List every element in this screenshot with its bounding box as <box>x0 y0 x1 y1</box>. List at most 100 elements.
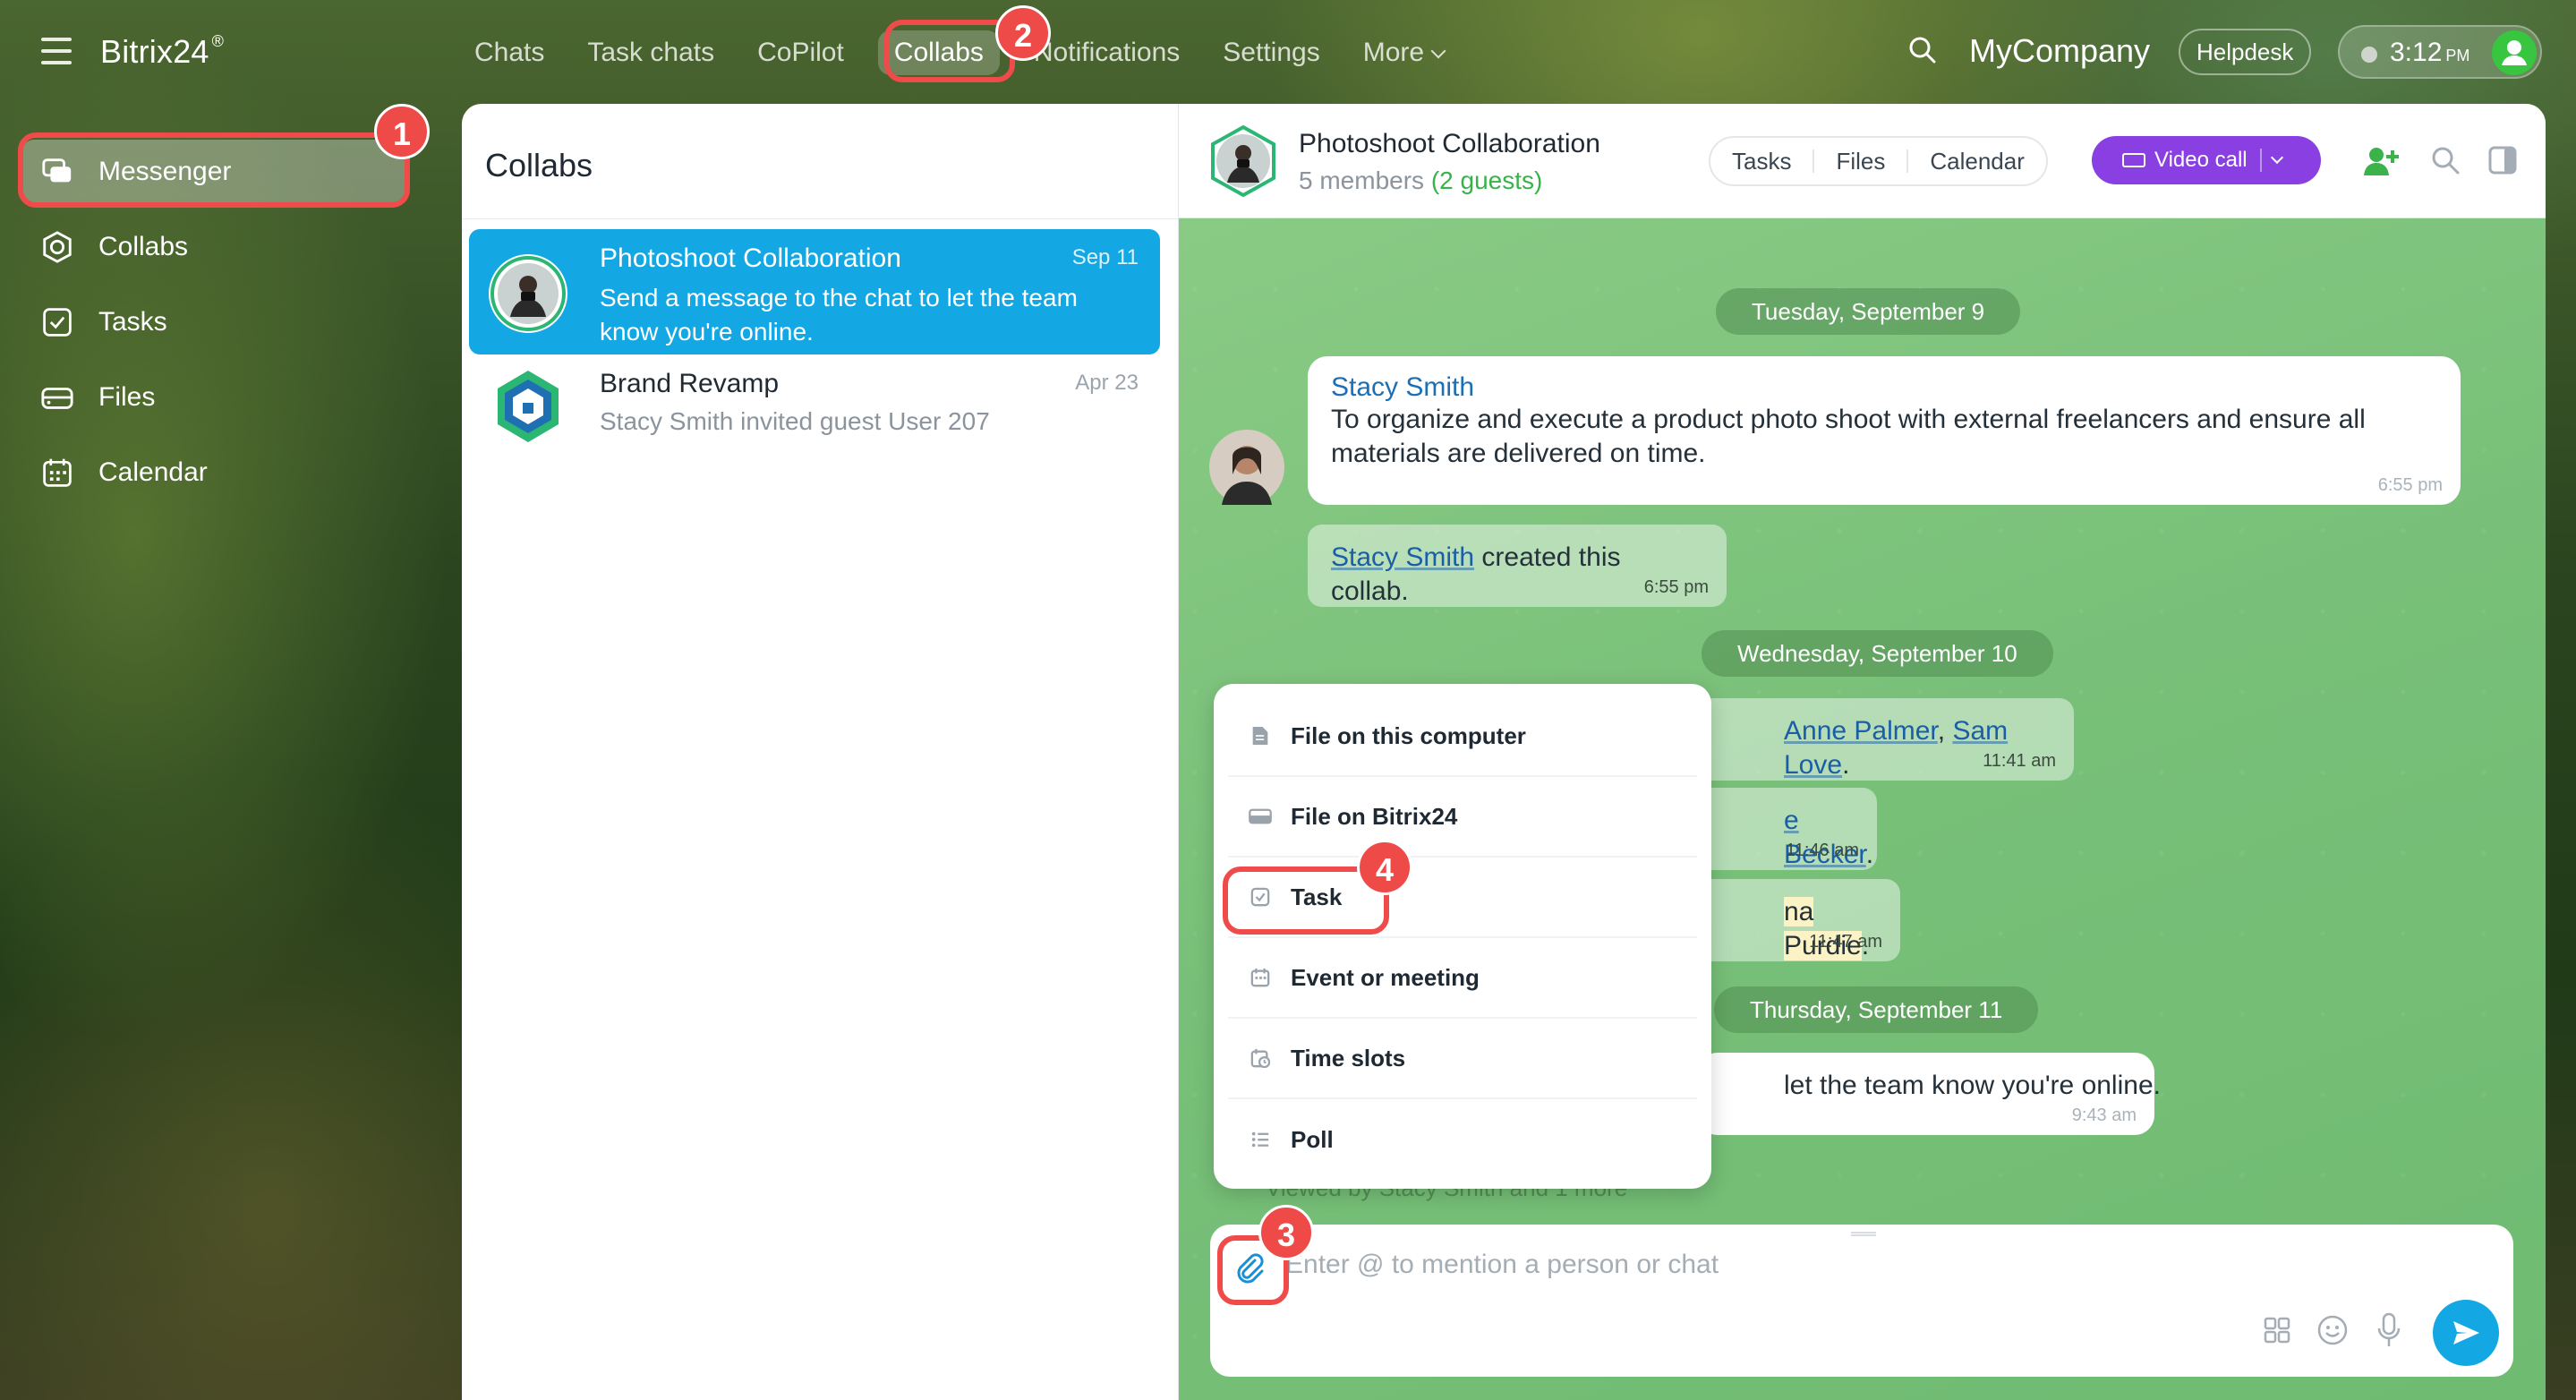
message-time: 9:43 am <box>2071 1105 2137 1125</box>
attach-menu: File on this computer File on Bitrix24 T… <box>1214 684 1711 1189</box>
author-link[interactable]: Stacy Smith <box>1331 542 1474 572</box>
sidebar-toggle-icon[interactable] <box>2487 145 2518 175</box>
chat-name: Photoshoot Collaboration <box>600 243 901 273</box>
helpdesk-button[interactable]: Helpdesk <box>2179 29 2312 75</box>
company-name[interactable]: MyCompany <box>1969 32 2150 70</box>
send-button[interactable] <box>2433 1300 2499 1366</box>
calendar-icon <box>1248 965 1273 990</box>
message-time: 6:55 pm <box>2377 475 2443 495</box>
poll-icon <box>1248 1127 1273 1152</box>
message-time: 11:41 am <box>1983 751 2056 771</box>
annotation-badge-2: 2 <box>995 5 1051 61</box>
sidebar-item-label: Files <box>98 382 156 412</box>
chat-row-brand-revamp[interactable]: Brand Revamp Apr 23 Stacy Smith invited … <box>469 354 1160 453</box>
files-icon <box>39 380 75 415</box>
panel-title: Collabs <box>485 147 593 184</box>
system-message: e Becker. 11:46 am <box>1698 788 1877 870</box>
nav-more-label: More <box>1362 38 1425 67</box>
top-bar: Bitrix24 ® Chats Task chats CoPilot Colla… <box>0 0 2576 104</box>
nav-more[interactable]: More <box>1354 30 1453 75</box>
search-icon[interactable] <box>2430 145 2461 175</box>
user-link[interactable]: Anne Palmer <box>1784 716 1938 746</box>
user-avatar[interactable] <box>2492 30 2537 75</box>
microphone-icon[interactable] <box>2377 1312 2401 1348</box>
message-bubble[interactable]: Stacy Smith To organize and execute a pr… <box>1308 356 2461 505</box>
file-icon <box>1248 723 1273 748</box>
video-call-button[interactable]: Video call <box>2092 136 2321 184</box>
chat-name: Brand Revamp <box>600 369 780 398</box>
chat-tabs: Tasks Files Calendar <box>1709 136 2048 186</box>
video-camera-icon <box>2122 153 2145 167</box>
chevron-down-icon <box>1430 43 1446 59</box>
nav-task-chats[interactable]: Task chats <box>578 30 723 75</box>
clock-widget[interactable]: 3:12 PM <box>2338 25 2542 79</box>
calendar-icon <box>39 455 75 491</box>
system-message: Anne Palmer, Sam Love. 11:41 am <box>1698 698 2074 781</box>
chat-title[interactable]: Photoshoot Collaboration <box>1299 129 1600 159</box>
collabs-icon <box>39 229 75 265</box>
system-message: Stacy Smith created this collab. 6:55 pm <box>1308 525 1727 607</box>
menu-item-event[interactable]: Event or meeting <box>1228 938 1697 1019</box>
search-icon[interactable] <box>1908 36 1937 64</box>
annotation-highlight-messenger <box>18 132 410 208</box>
sidebar-item-collabs[interactable]: Collabs <box>21 215 405 279</box>
time-suffix: PM <box>2445 47 2470 64</box>
message-author[interactable]: Stacy Smith <box>1331 372 2437 403</box>
menu-item-time-slots[interactable]: Time slots <box>1228 1019 1697 1099</box>
collab-avatar <box>487 365 569 448</box>
send-icon <box>2453 1321 2479 1345</box>
period-text: . <box>1842 750 1850 780</box>
chat-preview: Send a message to the chat to let the te… <box>600 284 1078 346</box>
emoji-icon[interactable] <box>2316 1314 2349 1346</box>
collab-avatar <box>487 252 569 335</box>
message-bubble[interactable]: let the team know you're online. 9:43 am <box>1698 1053 2161 1135</box>
sidebar-item-label: Tasks <box>98 307 167 337</box>
menu-icon[interactable] <box>41 38 72 64</box>
member-count[interactable]: 5 members (2 guests) <box>1299 166 1542 195</box>
nav-chats[interactable]: Chats <box>465 30 553 75</box>
sidebar-item-tasks[interactable]: Tasks <box>21 290 405 354</box>
user-icon <box>2502 40 2527 65</box>
sidebar-item-label: Collabs <box>98 232 189 261</box>
author-avatar[interactable] <box>1209 430 1284 505</box>
status-dot-icon <box>2361 47 2377 63</box>
chat-row-photoshoot[interactable]: Photoshoot Collaboration Sep 11 Send a m… <box>469 229 1160 354</box>
menu-item-file-computer[interactable]: File on this computer <box>1228 696 1697 777</box>
add-user-icon[interactable] <box>2362 145 2401 177</box>
menu-item-label: File on Bitrix24 <box>1291 802 1458 830</box>
time-slots-icon <box>1248 1046 1273 1071</box>
menu-item-label: File on this computer <box>1291 721 1526 749</box>
menu-item-label: Time slots <box>1291 1044 1406 1071</box>
menu-item-poll[interactable]: Poll <box>1228 1099 1697 1180</box>
menu-item-file-bitrix[interactable]: File on Bitrix24 <box>1228 777 1697 858</box>
menu-item-label: Event or meeting <box>1291 963 1480 991</box>
tab-calendar[interactable]: Calendar <box>1906 149 2046 173</box>
sidebar-item-files[interactable]: Files <box>21 365 405 430</box>
message-input[interactable]: Enter @ to mention a person or chat <box>1285 1250 1719 1280</box>
tab-tasks[interactable]: Tasks <box>1710 149 1813 173</box>
divider <box>462 218 1178 219</box>
time-value: 3:12 <box>2390 38 2443 67</box>
collabs-list-panel: Collabs Photoshoot Collaboration Sep 11 … <box>462 104 1178 1400</box>
message-text: To organize and execute a product photo … <box>1331 405 2366 468</box>
sidebar-item-calendar[interactable]: Calendar <box>21 440 405 505</box>
apps-icon[interactable] <box>2263 1316 2291 1345</box>
nav-settings[interactable]: Settings <box>1214 30 1328 75</box>
nav-copilot[interactable]: CoPilot <box>748 30 853 75</box>
date-separator: Thursday, September 11 <box>1714 986 2039 1033</box>
chat-preview: Stacy Smith invited guest User 207 <box>600 407 990 435</box>
message-text: let the team know you're online. <box>1784 1071 2161 1100</box>
chevron-down-icon <box>2270 150 2283 165</box>
drive-icon <box>1248 804 1273 829</box>
message-time: 11:46 am <box>1786 841 1859 860</box>
chat-avatar[interactable] <box>1206 124 1281 199</box>
resize-handle[interactable] <box>1851 1232 1876 1236</box>
app-logo[interactable]: Bitrix24 ® <box>100 32 224 71</box>
annotation-badge-1: 1 <box>374 104 430 159</box>
period-text: . <box>1865 840 1874 869</box>
chat-date: Sep 11 <box>1071 245 1139 269</box>
tab-files[interactable]: Files <box>1813 149 1906 173</box>
menu-item-label: Poll <box>1291 1125 1334 1153</box>
video-call-dropdown[interactable] <box>2259 149 2283 172</box>
system-message: na Purdie. 11:47 am <box>1698 879 1900 961</box>
